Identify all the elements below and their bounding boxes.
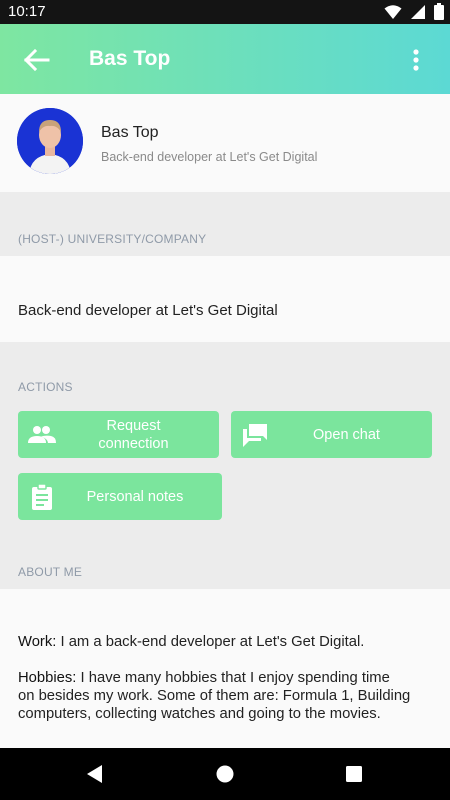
about-section-label: ABOUT ME <box>18 565 83 579</box>
actions-section-label: ACTIONS <box>18 380 73 394</box>
about-hobbies-line2: on besides my work. Some of them are: Fo… <box>18 688 411 704</box>
square-recents-icon <box>346 766 362 782</box>
avatar[interactable] <box>17 108 83 174</box>
nav-back-button[interactable] <box>84 763 106 785</box>
personal-notes-button[interactable]: Personal notes <box>18 473 222 520</box>
profile-header: Bas Top Back-end developer at Let's Get … <box>0 94 450 192</box>
about-work: Work: I am a back-end developer at Let's… <box>18 633 433 651</box>
status-icons <box>384 3 444 20</box>
request-connection-label-line1: Request <box>106 417 161 434</box>
wifi-icon <box>384 4 402 19</box>
about-hobbies-line3: computers, collecting watches and going … <box>18 706 381 722</box>
about-work-label: Work: <box>18 634 57 650</box>
triangle-back-icon <box>87 765 102 783</box>
avatar-image <box>17 108 83 174</box>
nav-recents-button[interactable] <box>343 763 365 785</box>
university-value: Back-end developer at Let's Get Digital <box>18 302 278 319</box>
about-section-header <box>0 527 450 589</box>
nav-home-button[interactable] <box>214 763 236 785</box>
app-bar: Bas Top <box>0 24 450 94</box>
about-work-text: I am a back-end developer at Let's Get D… <box>56 634 365 650</box>
profile-subtitle: Back-end developer at Let's Get Digital <box>101 150 318 164</box>
open-chat-button[interactable]: Open chat <box>231 411 432 458</box>
back-button[interactable] <box>22 46 54 74</box>
overflow-menu-button[interactable] <box>410 46 422 74</box>
university-section-label: (HOST-) UNIVERSITY/COMPANY <box>18 232 207 246</box>
about-hobbies-line1: I have many hobbies that I enjoy spendin… <box>76 670 390 686</box>
navigation-bar <box>0 748 450 800</box>
more-vert-icon <box>413 49 419 71</box>
about-hobbies-label: Hobbies: <box>18 670 77 686</box>
about-hobbies: Hobbies: I have many hobbies that I enjo… <box>18 669 433 687</box>
clipboard-icon <box>32 483 52 510</box>
status-bar: 10:17 <box>0 0 450 24</box>
circle-home-icon <box>216 765 234 783</box>
chat-icon <box>243 424 267 447</box>
request-connection-button[interactable]: Request connection <box>18 411 219 458</box>
status-time: 10:17 <box>8 3 46 20</box>
profile-name: Bas Top <box>101 124 159 141</box>
section-header-university <box>0 192 450 256</box>
university-block <box>0 256 450 342</box>
people-icon <box>28 426 56 443</box>
battery-icon <box>434 3 444 20</box>
arrow-back-icon <box>23 48 50 72</box>
page-title: Bas Top <box>89 47 171 70</box>
request-connection-label-line2: connection <box>98 435 169 452</box>
signal-icon <box>411 4 425 19</box>
